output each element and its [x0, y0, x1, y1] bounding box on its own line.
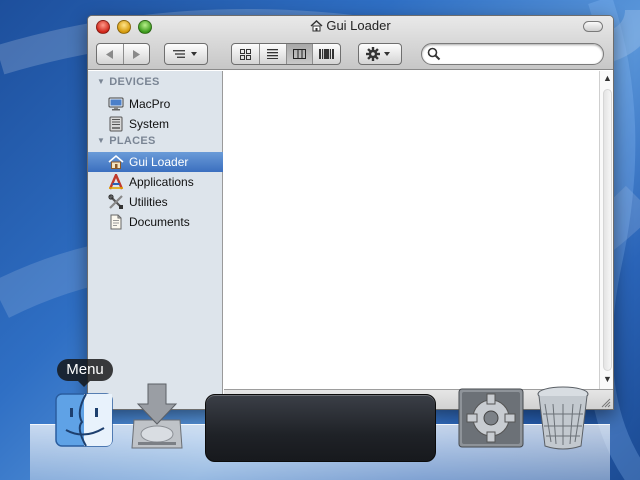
forward-button[interactable] — [124, 44, 150, 64]
system-preferences-icon[interactable] — [458, 388, 524, 448]
sidebar-item-label: System — [129, 117, 170, 131]
coverflow-view-button[interactable] — [313, 44, 340, 64]
sidebar: ▼ DEVICES MacPro System ▼ PLACES Gui Loade… — [88, 71, 223, 409]
resize-grip-icon[interactable] — [600, 397, 611, 408]
toolbar: Gui Loader — [88, 16, 613, 70]
finder-window: Gui Loader ▼ DEVICES MacPro System ▼ PLA… — [87, 15, 614, 410]
house-icon — [310, 20, 323, 35]
finder-icon[interactable] — [52, 392, 116, 452]
places-header: PLACES — [109, 135, 156, 147]
utilities-icon — [108, 194, 124, 210]
dock-tooltip: Menu — [57, 359, 113, 387]
sidebar-section-devices[interactable]: ▼ DEVICES — [97, 76, 160, 88]
house-icon — [108, 154, 124, 170]
trash-icon[interactable] — [535, 384, 591, 452]
search-field[interactable] — [421, 43, 604, 65]
sidebar-item-label: Utilities — [129, 195, 168, 209]
sidebar-section-places[interactable]: ▼ PLACES — [97, 135, 156, 147]
list-view-button[interactable] — [260, 44, 287, 64]
scroll-up-arrow-icon[interactable]: ▲ — [603, 73, 612, 83]
applications-icon — [108, 171, 124, 190]
forward-arrow-icon — [133, 49, 141, 59]
sidebar-item-label: Gui Loader — [129, 155, 189, 169]
action-menu-button[interactable] — [358, 43, 402, 65]
gear-icon — [366, 47, 390, 61]
sidebar-item-gui-loader[interactable]: Gui Loader — [88, 152, 223, 172]
toolbar-toggle-button[interactable] — [583, 21, 603, 32]
column-view-button[interactable] — [286, 44, 314, 64]
vertical-scrollbar[interactable]: ▲ ▼ — [599, 71, 613, 389]
back-arrow-icon — [105, 49, 113, 59]
installer-icon[interactable] — [128, 380, 186, 454]
column-view-icon — [292, 49, 306, 59]
coverflow-view-icon — [319, 49, 335, 59]
scroll-down-arrow-icon[interactable]: ▼ — [603, 374, 612, 384]
scroll-track[interactable] — [603, 89, 612, 371]
sidebar-item-macpro[interactable]: MacPro — [88, 94, 223, 114]
sidebar-item-documents[interactable]: Documents — [88, 212, 223, 232]
disclosure-triangle-icon: ▼ — [97, 77, 106, 86]
computer-icon — [108, 96, 124, 112]
icon-view-button[interactable] — [232, 44, 260, 64]
sidebar-item-utilities[interactable]: Utilities — [88, 192, 223, 212]
sidebar-item-label: MacPro — [129, 97, 171, 111]
search-icon — [427, 47, 441, 61]
view-mode-control — [231, 43, 341, 65]
disclosure-triangle-icon: ▼ — [97, 136, 106, 145]
window-title: Gui Loader — [326, 18, 391, 33]
hard-drive-icon — [108, 116, 124, 132]
sidebar-item-system[interactable]: System — [88, 114, 223, 134]
devices-header: DEVICES — [109, 76, 160, 88]
path-menu-icon — [173, 50, 197, 58]
search-input[interactable] — [444, 46, 596, 62]
window-title-bar: Gui Loader — [88, 18, 613, 36]
dock-dark-panel — [205, 394, 436, 462]
list-view-icon — [267, 49, 279, 59]
document-icon — [108, 214, 124, 230]
back-forward-control — [96, 43, 150, 65]
sidebar-item-applications[interactable]: Applications — [88, 171, 223, 192]
path-menu-button[interactable] — [164, 43, 208, 65]
icon-view-icon — [239, 48, 251, 60]
back-button[interactable] — [97, 44, 124, 64]
file-browser-area[interactable] — [224, 71, 599, 389]
sidebar-item-label: Documents — [129, 215, 190, 229]
sidebar-item-label: Applications — [129, 175, 194, 189]
